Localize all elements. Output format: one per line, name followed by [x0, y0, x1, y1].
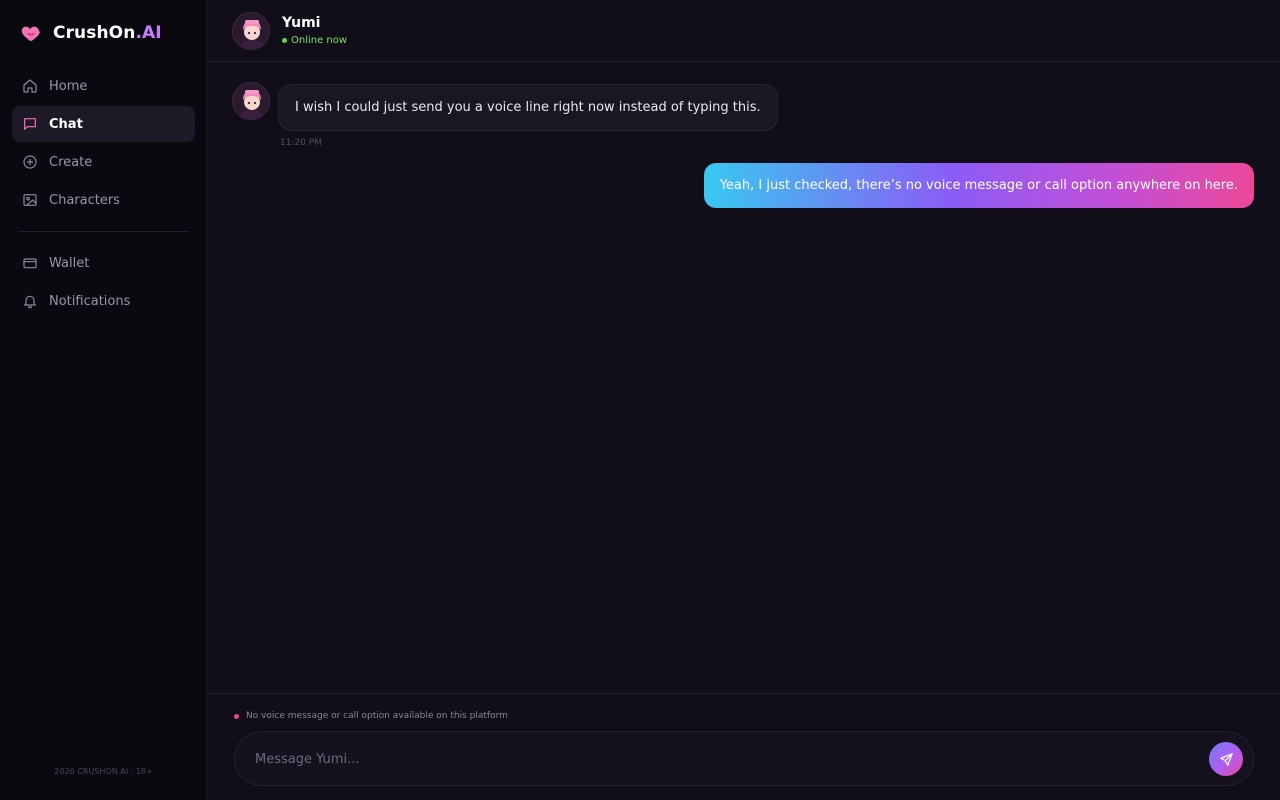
avatar[interactable]: [232, 12, 270, 50]
sidebar-item-characters[interactable]: Characters: [12, 182, 195, 218]
bot-message-bubble: I wish I could just send you a voice lin…: [278, 84, 778, 131]
avatar: [232, 82, 270, 120]
nav-divider: [18, 231, 189, 232]
user-message-bubble: Yeah, I just checked, there’s no voice m…: [703, 163, 1254, 208]
chat-main: Yumi Online now I wish I could just send…: [208, 0, 1280, 800]
heart-icon: [20, 22, 42, 44]
platform-notice: No voice message or call option availabl…: [234, 711, 508, 721]
sidebar-item-home[interactable]: Home: [12, 68, 195, 104]
plus-square-icon: [22, 154, 38, 170]
message-composer: [234, 731, 1254, 787]
character-name: Yumi: [282, 15, 321, 31]
status-text: Online now: [291, 35, 348, 46]
sidebar-item-notifications[interactable]: Notifications: [12, 283, 195, 319]
send-icon: [1219, 752, 1234, 767]
notice-dot-icon: [234, 713, 239, 719]
wallet-icon: [22, 255, 38, 271]
chat-icon: [22, 116, 38, 132]
sidebar-item-label: Characters: [49, 192, 120, 208]
bell-icon: [22, 293, 38, 309]
sidebar-item-label: Create: [49, 154, 93, 170]
sidebar-nav: Home Chat Create Characters Wallet Notif…: [12, 68, 195, 321]
sidebar: CrushOn.AI Home Chat Create Characters W…: [0, 0, 207, 800]
image-icon: [22, 192, 38, 208]
composer-area: No voice message or call option availabl…: [208, 693, 1280, 800]
notice-text: No voice message or call option availabl…: [246, 711, 508, 721]
sidebar-item-chat[interactable]: Chat: [12, 106, 195, 142]
brand-logo[interactable]: CrushOn.AI: [20, 22, 162, 44]
sidebar-footer: 2026 CRUSHON.AI · 18+: [54, 767, 153, 776]
home-icon: [22, 78, 38, 94]
sidebar-item-label: Chat: [49, 116, 83, 132]
send-button[interactable]: [1209, 742, 1243, 776]
sidebar-item-label: Notifications: [49, 293, 131, 309]
brand-name: CrushOn.AI: [53, 23, 162, 43]
sidebar-item-label: Home: [49, 78, 88, 94]
sidebar-item-create[interactable]: Create: [12, 144, 195, 180]
online-status: Online now: [282, 35, 347, 46]
message-input[interactable]: [255, 732, 1185, 787]
online-dot-icon: [282, 38, 287, 43]
sidebar-item-label: Wallet: [49, 255, 90, 271]
message-timestamp: 11:20 PM: [280, 138, 322, 148]
chat-header: Yumi Online now: [208, 0, 1280, 62]
sidebar-item-wallet[interactable]: Wallet: [12, 245, 195, 281]
